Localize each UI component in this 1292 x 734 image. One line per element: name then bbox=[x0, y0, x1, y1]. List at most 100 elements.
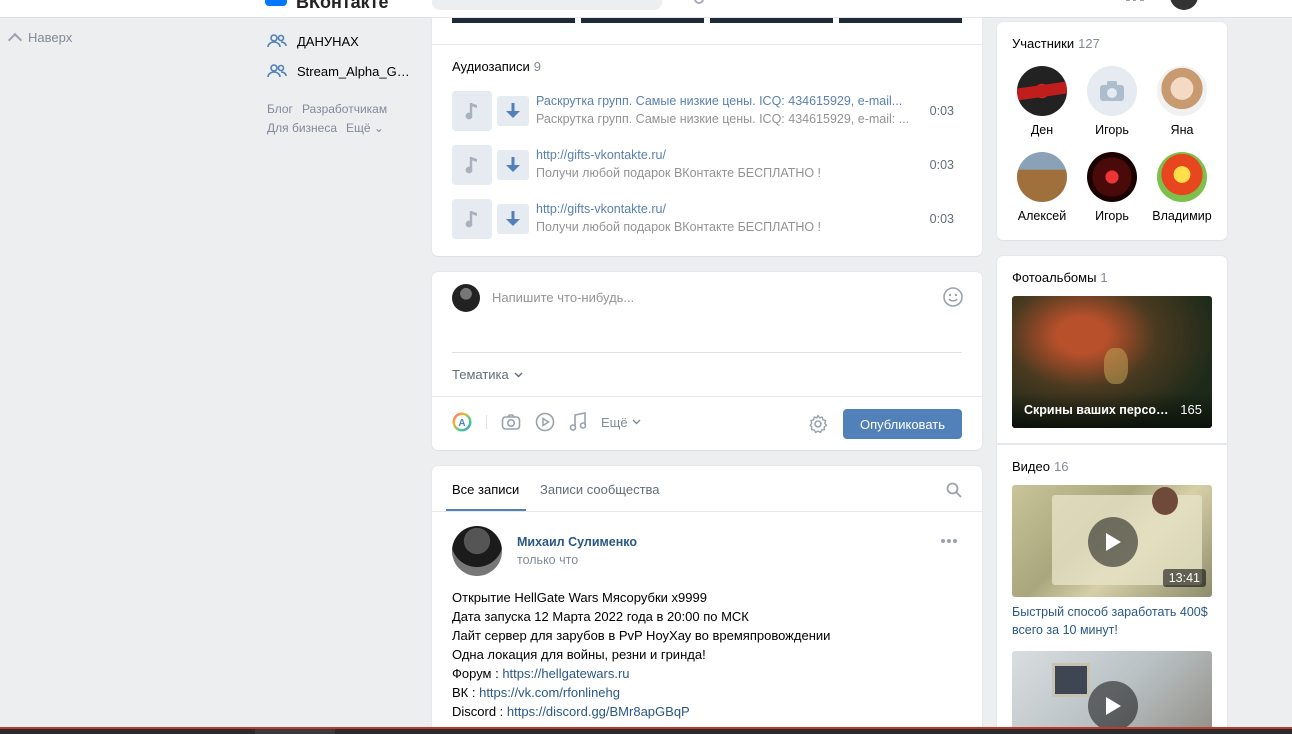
post-author-name[interactable]: Михаил Сулименко bbox=[517, 535, 637, 549]
divider bbox=[432, 44, 982, 45]
discord-link[interactable]: https://discord.gg/BMr8apGBqP bbox=[507, 704, 690, 719]
track-artist[interactable]: Раскрутка групп. Самые низкие цены. ICQ:… bbox=[536, 94, 911, 108]
track-artist[interactable]: http://gifts-vkontakte.ru/ bbox=[536, 148, 911, 162]
publish-button[interactable]: Опубликовать bbox=[843, 409, 962, 439]
download-button[interactable] bbox=[497, 204, 529, 234]
post-line: Открытие HellGate Wars Мясорубки x9999 bbox=[452, 590, 707, 605]
text-style-letter: A bbox=[458, 418, 465, 429]
post-line: Лайт сервер для зарубов в PvP НоуХау во … bbox=[452, 628, 831, 643]
post-author-avatar[interactable] bbox=[452, 526, 502, 576]
play-icon[interactable] bbox=[1088, 517, 1138, 567]
composer-more-button[interactable]: Ещё bbox=[601, 415, 641, 430]
bottom-bar-segment bbox=[255, 729, 335, 734]
video-thumb-detail bbox=[1052, 663, 1090, 697]
audio-count: 9 bbox=[533, 59, 542, 74]
video-title[interactable]: Быстрый способ заработать 400$ всего за … bbox=[1012, 603, 1217, 639]
member-name: Игорь bbox=[1095, 123, 1129, 137]
more-label: Ещё bbox=[601, 414, 628, 430]
gear-icon[interactable] bbox=[808, 414, 828, 434]
left-menu-item-group-1[interactable]: ДАНУНАХ bbox=[267, 26, 417, 56]
track-artist[interactable]: http://gifts-vkontakte.ru/ bbox=[536, 202, 911, 216]
play-icon[interactable] bbox=[1088, 681, 1138, 731]
videos-title[interactable]: Видео 16 bbox=[1012, 459, 1068, 474]
more-link-label: Ещё bbox=[346, 121, 371, 135]
audio-track[interactable]: http://gifts-vkontakte.ru/ Получи любой … bbox=[452, 145, 962, 185]
videos-title-label: Видео bbox=[1012, 459, 1050, 474]
videos-block: Видео 16 13:41 Быстрый способ заработать … bbox=[997, 444, 1227, 734]
download-button[interactable] bbox=[497, 150, 529, 180]
camera-icon[interactable] bbox=[501, 413, 521, 431]
photo-thumb[interactable] bbox=[452, 18, 575, 23]
music-note-icon bbox=[465, 103, 477, 120]
album-photo-count: 165 bbox=[1180, 402, 1202, 417]
footer-links: Блог Разработчикам Для бизнеса Ещё ⌄ bbox=[267, 100, 417, 138]
left-menu: ДАНУНАХ Stream_Alpha_Ga... Блог Разработч… bbox=[267, 26, 417, 138]
chevron-down-icon bbox=[514, 372, 523, 377]
post-input[interactable]: Напишите что-нибудь... bbox=[492, 290, 634, 305]
tab-all-posts[interactable]: Все записи bbox=[452, 482, 519, 497]
notifications-icon[interactable] bbox=[694, 0, 704, 4]
audio-track[interactable]: Раскрутка групп. Самые низкие цены. ICQ:… bbox=[452, 91, 962, 131]
photo-thumb[interactable] bbox=[839, 18, 962, 23]
members-title[interactable]: Участники 127 bbox=[1012, 36, 1100, 51]
photo-thumb[interactable] bbox=[710, 18, 833, 23]
tab-community-posts[interactable]: Записи сообщества bbox=[540, 482, 660, 497]
member-avatar bbox=[1157, 66, 1207, 116]
member[interactable]: Яна bbox=[1147, 66, 1217, 137]
forum-label: Форум : bbox=[452, 666, 503, 681]
member-name: Игорь bbox=[1095, 209, 1129, 223]
forum-link[interactable]: https://hellgatewars.ru bbox=[502, 666, 629, 681]
albums-title[interactable]: Фотоальбомы 1 bbox=[1012, 270, 1108, 285]
download-button[interactable] bbox=[497, 96, 529, 126]
post-line-vk: ВК : https://vk.com/rfonlinehg bbox=[452, 683, 962, 702]
toolbar-divider bbox=[486, 415, 487, 429]
photo-thumb[interactable] bbox=[581, 18, 704, 23]
more-dots-icon[interactable] bbox=[940, 538, 958, 544]
emoji-icon[interactable] bbox=[942, 286, 964, 308]
play-track-button[interactable] bbox=[452, 91, 492, 131]
wall-tabs: Все записи Записи сообщества bbox=[432, 466, 982, 512]
videos-count: 16 bbox=[1053, 459, 1069, 474]
vk-link[interactable]: https://vk.com/rfonlinehg bbox=[479, 685, 620, 700]
topic-dropdown[interactable]: Тематика bbox=[452, 367, 523, 382]
text-style-icon[interactable]: A bbox=[452, 412, 472, 432]
member[interactable]: Ден bbox=[1007, 66, 1077, 137]
track-title: Получи любой подарок ВКонтакте БЕСПЛАТНО… bbox=[536, 220, 822, 234]
apps-grid-icon[interactable] bbox=[1126, 0, 1144, 4]
post-time[interactable]: только что bbox=[517, 553, 578, 567]
search-icon[interactable] bbox=[946, 482, 962, 498]
member-name: Яна bbox=[1170, 123, 1194, 137]
member[interactable]: Игорь bbox=[1077, 66, 1147, 137]
audio-block-title[interactable]: Аудиозаписи 9 bbox=[452, 59, 541, 74]
play-track-button[interactable] bbox=[452, 199, 492, 239]
video-thumbnail[interactable] bbox=[1012, 651, 1212, 734]
member[interactable]: Игорь bbox=[1077, 152, 1147, 223]
business-link[interactable]: Для бизнеса bbox=[267, 121, 337, 135]
header-search-input[interactable] bbox=[432, 0, 662, 10]
member-avatar bbox=[1157, 152, 1207, 202]
user-avatar[interactable] bbox=[1170, 0, 1198, 10]
member[interactable]: Алексей bbox=[1007, 152, 1077, 223]
music-note-icon bbox=[465, 211, 477, 228]
developers-link[interactable]: Разработчикам bbox=[302, 102, 387, 116]
active-tab-indicator bbox=[446, 509, 526, 511]
left-menu-item-group-2[interactable]: Stream_Alpha_Ga... bbox=[267, 56, 417, 86]
member-avatar bbox=[1087, 152, 1137, 202]
video-thumbnail[interactable]: 13:41 bbox=[1012, 485, 1212, 597]
video-icon[interactable] bbox=[535, 412, 555, 432]
member-name: Владимир bbox=[1152, 209, 1212, 223]
blog-link[interactable]: Блог bbox=[267, 102, 293, 116]
vk-logo-icon[interactable] bbox=[265, 0, 287, 6]
wall-feed: Все записи Записи сообщества Михаил Сули… bbox=[432, 466, 982, 734]
albums-title-label: Фотоальбомы bbox=[1012, 270, 1097, 285]
music-icon[interactable] bbox=[569, 412, 587, 432]
post-composer: Напишите что-нибудь... Тематика A Ещё Оп… bbox=[432, 272, 982, 450]
back-to-top-button[interactable]: Наверх bbox=[7, 30, 72, 48]
play-track-button[interactable] bbox=[452, 145, 492, 185]
track-title: Раскрутка групп. Самые низкие цены. ICQ:… bbox=[536, 112, 910, 126]
more-link[interactable]: Ещё ⌄ bbox=[346, 121, 384, 135]
member[interactable]: Владимир bbox=[1147, 152, 1217, 223]
logo-text[interactable]: ВКонтакте bbox=[296, 0, 389, 13]
audio-track[interactable]: http://gifts-vkontakte.ru/ Получи любой … bbox=[452, 199, 962, 239]
album-cover[interactable]: Скрины ваших персона... 165 bbox=[1012, 296, 1212, 428]
